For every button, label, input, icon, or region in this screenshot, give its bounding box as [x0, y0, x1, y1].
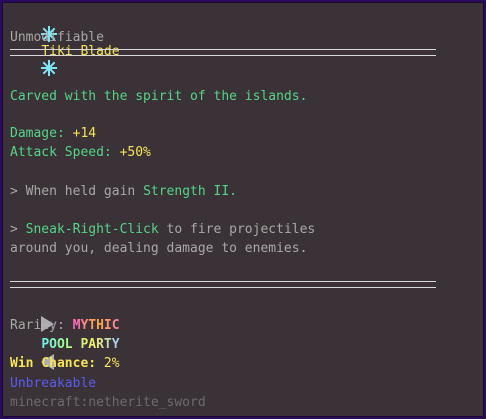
set-line: POOL PARTY: [10, 298, 120, 370]
title-line: Tiki Blade: [10, 10, 120, 76]
stat-damage: Damage: +14: [10, 126, 96, 142]
ability-highlight: Strength II.: [143, 184, 237, 199]
win-chance-value: 2%: [103, 356, 120, 371]
stat-value: +14: [72, 126, 97, 141]
stat-label: Damage:: [10, 126, 65, 141]
stat-label: Attack Speed:: [10, 145, 112, 160]
ability-active: > Sneak-Right-Click to fire projectiles: [10, 222, 315, 238]
unbreakable-tag: Unbreakable: [10, 376, 97, 391]
ability-passive: > When held gain Strength II.: [10, 184, 237, 200]
set-name: POOL PARTY: [41, 337, 120, 352]
win-chance-line: Win Chance: 2%: [10, 356, 120, 372]
rarity-label: Rarity:: [10, 318, 65, 333]
stat-value: +50%: [119, 145, 151, 160]
ability-prefix: >: [10, 222, 26, 237]
lore-text: Carved with the spirit of the islands.: [10, 89, 308, 104]
subtitle: Unmodifiable: [10, 30, 104, 45]
item-tooltip: Tiki Blade Unmodifiable Carved with the …: [0, 0, 486, 419]
ability-text: to fire projectiles: [158, 222, 316, 237]
rarity-value: MYTHIC: [72, 318, 120, 333]
ability-highlight: Sneak-Right-Click: [25, 222, 159, 237]
divider: [10, 281, 436, 288]
win-chance-label: Win Chance:: [10, 356, 97, 371]
ability-prefix: > When held gain: [10, 184, 144, 199]
stat-attack-speed: Attack Speed: +50%: [10, 145, 151, 161]
divider: [10, 49, 436, 56]
sun-icon: [41, 60, 58, 76]
ability-active-line2: around you, dealing damage to enemies.: [10, 241, 308, 256]
rarity-line: Rarity: MYTHIC: [10, 318, 120, 334]
item-id: minecraft:netherite_sword: [10, 395, 206, 410]
